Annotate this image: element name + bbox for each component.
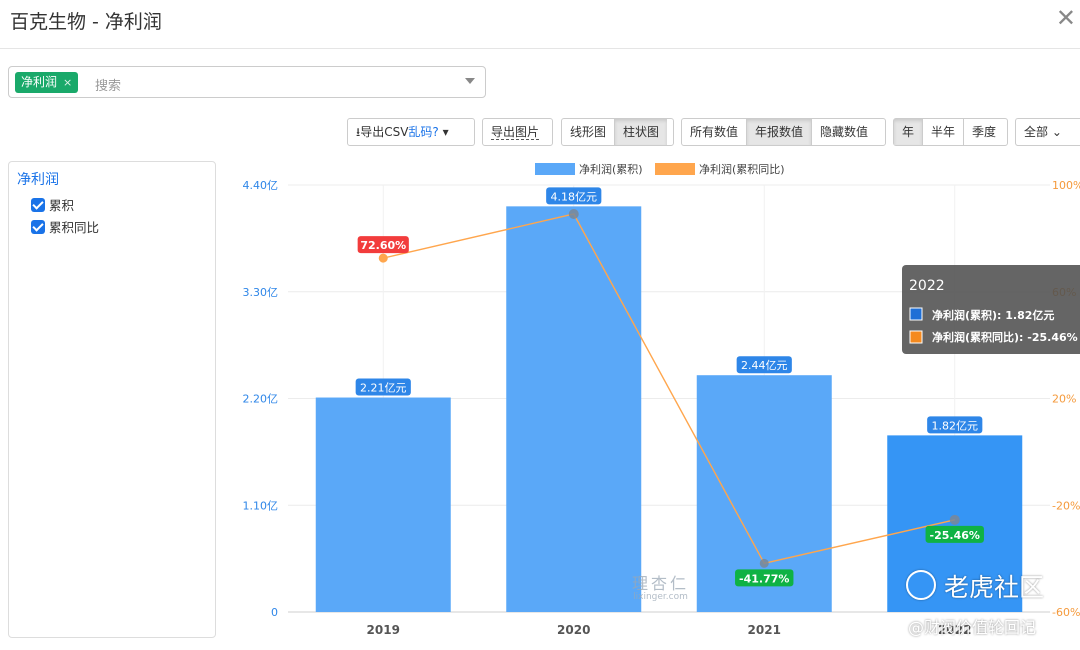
- yoy-value-label: -41.77%: [739, 572, 789, 585]
- export-csv-button[interactable]: ⭳导出CSV乱码? ▾: [348, 119, 457, 145]
- tooltip-swatch-line: [909, 330, 923, 344]
- right-axis-tick-label: 100%: [1052, 179, 1080, 192]
- metric-select[interactable]: 净利润 × 搜索: [8, 66, 486, 98]
- bar-value-label: 2.44亿元: [741, 359, 788, 372]
- period-group: 年 半年 季度: [893, 118, 1008, 146]
- x-axis-tick-label: 2020: [557, 623, 590, 637]
- line-chart-button[interactable]: 线形图: [562, 119, 616, 145]
- chevron-down-icon[interactable]: [465, 78, 475, 84]
- range-select-value[interactable]: 全部 ⌄: [1016, 119, 1070, 145]
- export-image-button[interactable]: 导出图片: [483, 119, 547, 145]
- annual-values-button[interactable]: 年报数值: [747, 119, 813, 145]
- left-axis-tick-label: 2.20亿: [243, 393, 279, 406]
- hide-values-button[interactable]: 隐藏数值: [812, 119, 876, 145]
- yoy-value-label: -25.46%: [930, 529, 980, 542]
- tiger-logo-icon: [906, 570, 936, 600]
- chevron-down-icon: ⌄: [1051, 125, 1062, 139]
- left-axis-tick-label: 0: [271, 606, 278, 619]
- selected-metric-tag: 净利润 ×: [15, 72, 79, 93]
- legend-label-bar: 净利润(累积): [579, 162, 643, 176]
- bar-value-label: 2.21亿元: [360, 382, 407, 395]
- bar-chart-button[interactable]: 柱状图: [615, 119, 668, 145]
- value-display-group: 所有数值 年报数值 隐藏数值: [681, 118, 886, 146]
- range-select[interactable]: 全部 ⌄: [1015, 118, 1080, 146]
- tooltip-row: 净利润(累积同比): -25.46%: [932, 330, 1078, 344]
- left-axis-tick-label: 1.10亿: [243, 499, 279, 512]
- checkbox-checked-icon[interactable]: [31, 219, 45, 234]
- yoy-line: [383, 213, 955, 565]
- bar: [315, 397, 451, 612]
- page-title: 百克生物 - 净利润: [10, 11, 162, 33]
- export-csv-group[interactable]: ⭳导出CSV乱码? ▾: [347, 118, 475, 146]
- year-button[interactable]: 年: [894, 119, 924, 145]
- right-axis-tick-label: -20%: [1052, 499, 1080, 512]
- remove-tag-icon[interactable]: ×: [63, 76, 72, 89]
- yoy-point: [759, 558, 769, 568]
- right-axis-tick-label: -60%: [1052, 606, 1080, 619]
- yoy-value-label: 72.60%: [360, 239, 406, 252]
- all-values-button[interactable]: 所有数值: [682, 119, 748, 145]
- checkbox-checked-icon[interactable]: [31, 197, 45, 212]
- sidebar-title: 净利润: [17, 172, 59, 188]
- x-axis-tick-label: 2021: [748, 623, 781, 637]
- legend-swatch-line: [655, 163, 695, 175]
- quarter-button[interactable]: 季度: [964, 119, 1004, 145]
- tooltip-row: 净利润(累积): 1.82亿元: [932, 308, 1054, 322]
- lixinger-watermark: 理杏仁 lixinger.com: [632, 574, 690, 602]
- bar: [506, 206, 642, 612]
- search-input[interactable]: 搜索: [95, 75, 121, 94]
- tooltip-swatch-bar: [909, 307, 923, 321]
- tooltip-title: 2022: [909, 278, 945, 294]
- bar-value-label: 4.18亿元: [551, 190, 598, 203]
- legend-label-line: 净利润(累积同比): [699, 162, 785, 176]
- bar-value-label: 1.82亿元: [932, 419, 979, 432]
- yoy-point: [568, 208, 579, 219]
- x-axis-tick-label: 2019: [367, 623, 400, 637]
- tiger-watermark: 老虎社区: [906, 568, 1044, 604]
- yoy-point: [949, 514, 960, 525]
- right-axis-tick-label: 20%: [1052, 393, 1076, 406]
- chart-type-group: 线形图 柱状图: [561, 118, 674, 146]
- author-watermark: @财阀价值轮回记: [908, 618, 1037, 637]
- half-year-button[interactable]: 半年: [923, 119, 965, 145]
- close-icon[interactable]: ✕: [1056, 4, 1076, 32]
- modal-header: 百克生物 - 净利润 ✕: [0, 0, 1080, 49]
- sidebar-item-cumulative[interactable]: 累积: [31, 195, 74, 214]
- legend-swatch-bar: [535, 163, 575, 175]
- left-axis-tick-label: 4.40亿: [243, 179, 279, 192]
- export-image-group: 导出图片: [482, 118, 553, 146]
- sidebar-item-cumulative-yoy[interactable]: 累积同比: [31, 217, 99, 236]
- yoy-point: [378, 253, 388, 263]
- left-axis-tick-label: 3.30亿: [243, 286, 279, 299]
- series-sidebar: 净利润 累积 累积同比: [8, 161, 216, 638]
